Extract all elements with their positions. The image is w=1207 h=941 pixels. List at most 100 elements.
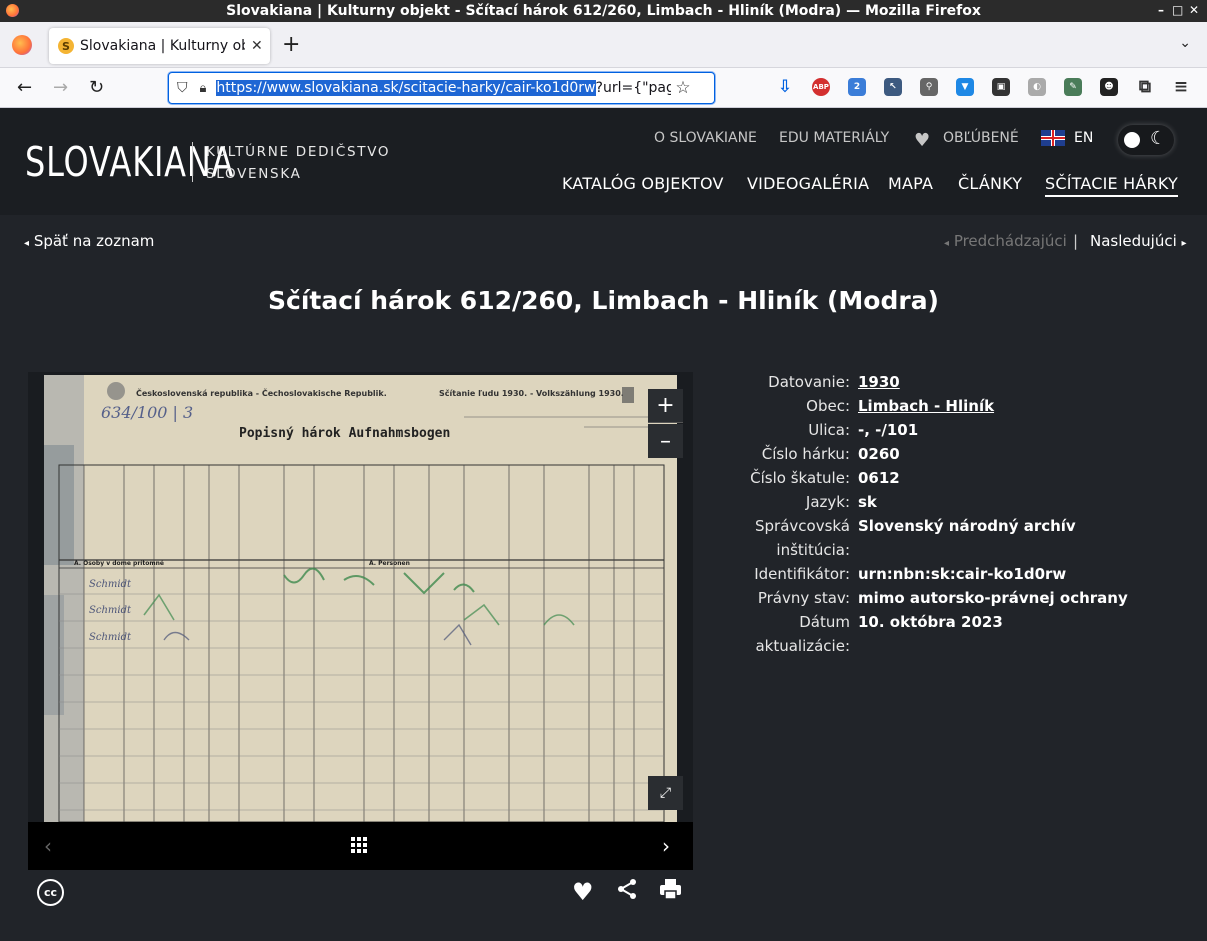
- mask-icon[interactable]: ☻: [1100, 78, 1118, 96]
- meta-value-link[interactable]: Limbach - Hliník: [858, 394, 1200, 418]
- tab-bar: S Slovakiana | Kulturny obj ✕ + ⌄: [0, 22, 1207, 68]
- back-button[interactable]: ←: [17, 77, 32, 98]
- previous-image-button[interactable]: ‹: [44, 834, 52, 858]
- menu-icon[interactable]: ≡: [1172, 77, 1190, 97]
- list-all-tabs-button[interactable]: ⌄: [1179, 35, 1191, 51]
- uk-flag-icon[interactable]: [1041, 130, 1065, 146]
- zoom-in-button[interactable]: +: [648, 389, 683, 423]
- window-title: Slovakiana | Kulturny objekt - Sčítací h…: [226, 3, 981, 19]
- nav-map[interactable]: MAPA: [888, 174, 933, 193]
- light-mode-dot-icon: [1124, 132, 1140, 148]
- favorite-heart-icon[interactable]: ♥: [572, 878, 594, 906]
- meta-row: Číslo hárku: 0260: [700, 442, 1200, 466]
- logo-subtitle-line-1: KULTÚRNE DEDIČSTVO: [206, 144, 391, 160]
- url-text[interactable]: https://www.slovakiana.sk/scitacie-harky…: [216, 80, 671, 96]
- new-tab-button[interactable]: +: [282, 32, 300, 57]
- caret-right-icon: ▸: [1181, 238, 1187, 249]
- doc-header-right: Sčítanie ľudu 1930. - Volkszählung 1930.: [439, 388, 624, 398]
- next-image-button[interactable]: ›: [662, 834, 670, 858]
- meta-row: Jazyk: sk: [700, 490, 1200, 514]
- adblock-icon[interactable]: ABP: [812, 78, 830, 96]
- theme-toggle[interactable]: ☾: [1118, 125, 1174, 155]
- meta-value: -, -/101: [858, 421, 919, 439]
- cookie-icon[interactable]: ◐: [1028, 78, 1046, 96]
- meta-value-link[interactable]: 1930: [858, 370, 1200, 394]
- next-link[interactable]: Nasledujúci ▸: [1090, 232, 1187, 250]
- favorites-heart-icon[interactable]: ♥: [914, 130, 930, 151]
- maximize-button[interactable]: □: [1172, 3, 1183, 17]
- lock-icon[interactable]: 🔒︎: [200, 81, 207, 96]
- cursor-icon[interactable]: ↖: [884, 78, 902, 96]
- favorites-link[interactable]: OBĽÚBENÉ: [943, 130, 1019, 146]
- nav-articles[interactable]: ČLÁNKY: [958, 174, 1022, 193]
- puzzle-icon[interactable]: ⧉: [1136, 77, 1154, 97]
- creative-commons-icon[interactable]: cc: [37, 879, 64, 906]
- forward-button[interactable]: →: [53, 77, 68, 98]
- download-icon[interactable]: ⇩: [776, 77, 794, 97]
- monitor-icon[interactable]: ▣: [992, 78, 1010, 96]
- pen-icon[interactable]: ✎: [1064, 78, 1082, 96]
- firefox-view-icon[interactable]: [12, 35, 32, 55]
- close-tab-icon[interactable]: ✕: [251, 38, 263, 54]
- print-icon[interactable]: [659, 878, 682, 906]
- doc-title: Popisný hárok Aufnahmsbogen: [239, 426, 450, 441]
- back-to-list-link[interactable]: ◂ Späť na zoznam: [24, 232, 154, 250]
- share-icon[interactable]: [616, 878, 638, 906]
- shield-ext-icon[interactable]: ▼: [956, 78, 974, 96]
- doc-name-3: Schmidt: [89, 632, 132, 643]
- bookmark-star-icon[interactable]: ☆: [675, 78, 690, 98]
- edu-materials-link[interactable]: EDU MATERIÁLY: [779, 130, 889, 146]
- image-viewer[interactable]: Československá republika - Čechoslovakis…: [28, 372, 693, 822]
- census-sheet-image[interactable]: Československá republika - Čechoslovakis…: [44, 375, 677, 822]
- meta-label: Datovanie:: [768, 373, 850, 391]
- magnifier-icon[interactable]: ⚲: [920, 78, 938, 96]
- nav-videogallery[interactable]: VIDEOGALÉRIA: [747, 174, 869, 193]
- navigation-toolbar: ← → ↻ ⛉ 🔒︎ https://www.slovakiana.sk/sci…: [0, 68, 1207, 108]
- meta-label: Dátum aktualizácie:: [755, 613, 850, 655]
- meta-row: Obec: Limbach - Hliník: [700, 394, 1200, 418]
- language-link[interactable]: EN: [1074, 130, 1093, 146]
- tab-slovakiana[interactable]: S Slovakiana | Kulturny obj ✕: [49, 28, 270, 64]
- zoom-out-button[interactable]: –: [648, 424, 683, 458]
- slovakiana-favicon-icon: S: [58, 38, 74, 54]
- meta-label: Číslo hárku:: [761, 445, 850, 463]
- doc-name-2: Schmidt: [89, 605, 132, 616]
- nav-census-sheets[interactable]: SČÍTACIE HÁRKY: [1045, 174, 1178, 197]
- fullscreen-button[interactable]: ⤢: [648, 776, 683, 810]
- logo-subtitle-line-2: SLOVENSKA: [206, 166, 302, 182]
- meta-row: Správcovská inštitúcia: Slovenský národný…: [700, 514, 1200, 562]
- doc-handwritten-number: 634/100 | 3: [101, 403, 193, 422]
- meta-row: Datovanie: 1930: [700, 370, 1200, 394]
- meta-label: Identifikátor:: [754, 565, 850, 583]
- meta-value: 10. októbra 2023: [858, 613, 1003, 631]
- caret-left-icon: ◂: [944, 238, 950, 249]
- doc-section-a: A. Osoby v dome prítomné: [74, 560, 164, 567]
- extension-badge-icon[interactable]: 2: [848, 78, 866, 96]
- site-header: SLOVAKIANA KULTÚRNE DEDIČSTVO SLOVENSKA …: [0, 108, 1207, 215]
- doc-name-1: Schmidt: [89, 579, 132, 590]
- url-bar[interactable]: ⛉ 🔒︎ https://www.slovakiana.sk/scitacie-…: [168, 72, 715, 104]
- meta-label: Obec:: [806, 397, 850, 415]
- meta-value: Slovenský národný archív: [858, 517, 1076, 535]
- website: SLOVAKIANA KULTÚRNE DEDIČSTVO SLOVENSKA …: [0, 108, 1207, 941]
- close-window-button[interactable]: ✕: [1189, 3, 1199, 17]
- about-link[interactable]: O SLOVAKIANE: [654, 130, 757, 146]
- moon-icon: ☾: [1150, 128, 1167, 149]
- firefox-icon: [6, 4, 19, 17]
- minimize-button[interactable]: –: [1158, 3, 1164, 17]
- meta-label: Právny stav:: [757, 589, 850, 607]
- gallery-grid-icon[interactable]: [351, 837, 367, 853]
- reload-button[interactable]: ↻: [89, 77, 104, 98]
- nav-catalog[interactable]: KATALÓG OBJEKTOV: [562, 174, 724, 193]
- previous-link[interactable]: ◂ Predchádzajúci: [944, 232, 1067, 250]
- logo-divider: [192, 142, 193, 182]
- meta-value: urn:nbn:sk:cair-ko1d0rw: [858, 565, 1067, 583]
- meta-label: Číslo škatule:: [750, 469, 850, 487]
- tab-title: Slovakiana | Kulturny obj: [80, 38, 245, 54]
- site-logo[interactable]: SLOVAKIANA: [25, 138, 234, 186]
- metadata-panel: Datovanie: 1930 Obec: Limbach - Hliník Ulica…: [700, 370, 1200, 658]
- meta-row: Právny stav: mimo autorsko-právnej ochran…: [700, 586, 1200, 610]
- meta-row: Identifikátor: urn:nbn:sk:cair-ko1d0rw: [700, 562, 1200, 586]
- meta-label: Ulica:: [808, 421, 850, 439]
- tracking-shield-icon[interactable]: ⛉: [177, 80, 188, 96]
